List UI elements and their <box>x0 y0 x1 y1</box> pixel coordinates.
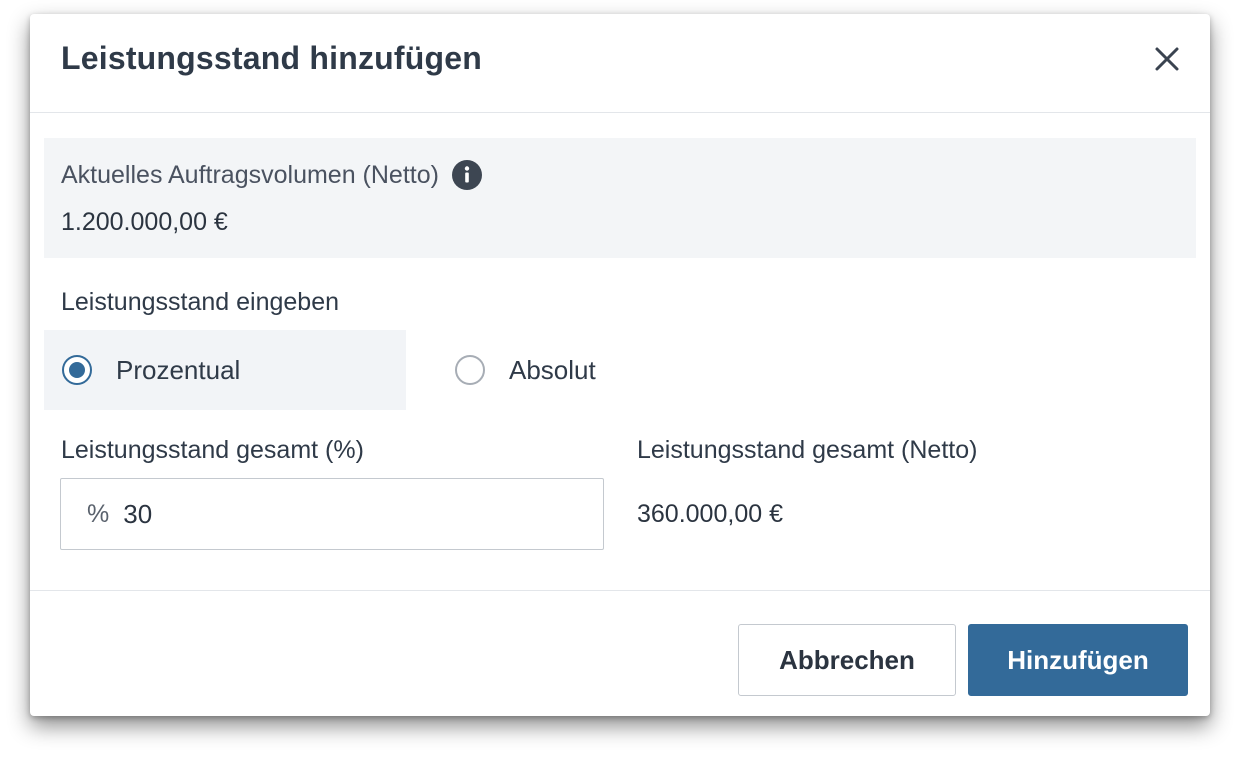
radio-selected-icon <box>62 355 92 385</box>
percent-input[interactable] <box>123 498 564 530</box>
close-icon <box>1155 47 1179 71</box>
percent-prefix: % <box>87 499 110 528</box>
order-volume-value: 1.200.000,00 € <box>61 208 228 236</box>
net-total-label: Leistungsstand gesamt (Netto) <box>637 436 978 464</box>
net-total-value: 360.000,00 € <box>637 500 783 528</box>
dialog-title: Leistungsstand hinzufügen <box>61 40 482 76</box>
order-volume-label: Aktuelles Auftragsvolumen (Netto) <box>61 160 439 189</box>
order-volume-label-row: Aktuelles Auftragsvolumen (Netto) <box>61 160 482 190</box>
add-progress-dialog: Leistungsstand hinzufügen Aktuelles Auft… <box>30 14 1210 716</box>
cancel-button[interactable]: Abbrechen <box>738 624 956 696</box>
dialog-header: Leistungsstand hinzufügen <box>30 14 1210 113</box>
radio-absolut-label: Absolut <box>509 354 596 385</box>
footer-divider <box>30 590 1210 591</box>
info-icon[interactable] <box>451 160 482 190</box>
close-button[interactable] <box>1150 42 1184 76</box>
entry-mode-label: Leistungsstand eingeben <box>61 288 340 316</box>
radio-absolut[interactable]: Absolut <box>454 330 694 410</box>
radio-prozentual[interactable]: Prozentual <box>44 330 406 410</box>
order-volume-box: Aktuelles Auftragsvolumen (Netto) 1.200.… <box>44 138 1196 258</box>
add-button[interactable]: Hinzufügen <box>968 624 1188 696</box>
radio-unselected-icon <box>455 355 485 385</box>
radio-prozentual-label: Prozentual <box>116 354 241 385</box>
percent-field-label: Leistungsstand gesamt (%) <box>61 436 364 464</box>
percent-input-wrapper[interactable]: % <box>60 478 604 550</box>
